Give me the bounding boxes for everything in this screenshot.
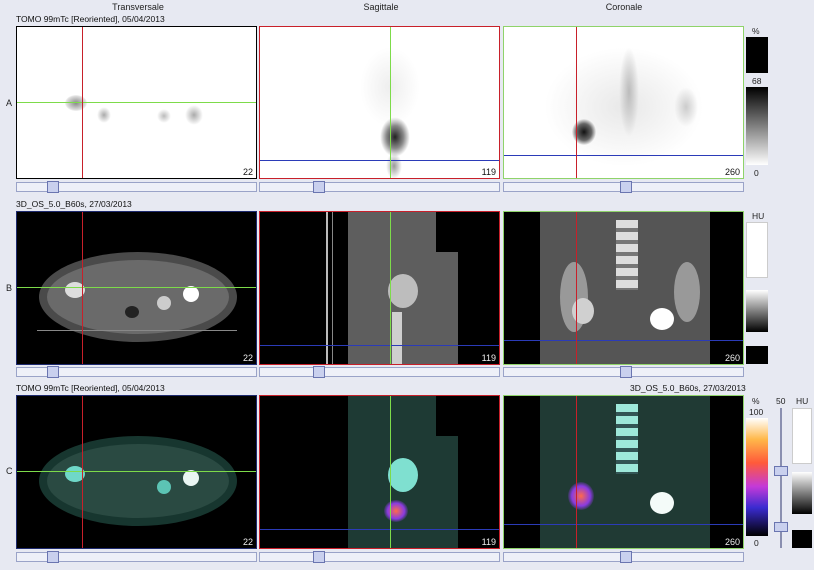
row-b-coronale-slice: 260 bbox=[724, 353, 740, 363]
row-a-sagittale-viewport[interactable]: 119 bbox=[259, 26, 500, 179]
slider-thumb[interactable] bbox=[47, 366, 59, 378]
row-b-label: B bbox=[6, 283, 13, 293]
row-a-series-header: TOMO 99mTc [Reoriented], 05/04/2013 bbox=[16, 14, 165, 24]
row-b-coronale-viewport[interactable]: 260 bbox=[503, 211, 744, 365]
row-b-sagittale-slider[interactable] bbox=[259, 366, 500, 378]
row-c-label: C bbox=[6, 466, 13, 476]
row-c-transversale-viewport[interactable]: 22 bbox=[16, 395, 257, 549]
row-c-coronale-viewport[interactable]: 260 bbox=[503, 395, 744, 549]
fusion-slider-thumb[interactable] bbox=[774, 466, 788, 476]
row-c-coronale-slice: 260 bbox=[724, 537, 740, 547]
row-a-transversale-slice: 22 bbox=[242, 167, 253, 177]
row-b-coronale-slider[interactable] bbox=[503, 366, 744, 378]
row-c-transversale-slider[interactable] bbox=[16, 551, 257, 563]
row-b-transversale-slice: 22 bbox=[242, 353, 253, 363]
row-b-scale-window-top bbox=[746, 222, 768, 278]
slider-thumb[interactable] bbox=[620, 366, 632, 378]
row-c-scale-unit: % bbox=[752, 396, 760, 406]
row-a-label: A bbox=[6, 98, 13, 108]
slider-thumb[interactable] bbox=[313, 366, 325, 378]
column-title-sagittale: Sagittale bbox=[363, 2, 399, 12]
row-a-scale-gradient[interactable] bbox=[746, 87, 768, 165]
row-b-scale-window-bottom bbox=[746, 346, 768, 364]
slider-thumb[interactable] bbox=[47, 181, 59, 193]
row-b-transversale-slider[interactable] bbox=[16, 366, 257, 378]
slider-thumb[interactable] bbox=[313, 181, 325, 193]
row-b-sagittale-slice: 119 bbox=[481, 353, 496, 363]
row-c-hu-unit: HU bbox=[796, 396, 809, 406]
row-c-transversale-slice: 22 bbox=[242, 537, 253, 547]
row-c-color-scale[interactable] bbox=[746, 418, 768, 536]
row-a-transversale-slider[interactable] bbox=[16, 181, 257, 193]
column-title-transversale: Transversale bbox=[112, 2, 164, 12]
row-a-scale-swatch bbox=[746, 37, 768, 73]
row-c-series-header-right: 3D_OS_5.0_B60s, 27/03/2013 bbox=[630, 383, 746, 393]
row-c-series-header-left: TOMO 99mTc [Reoriented], 05/04/2013 bbox=[16, 383, 165, 393]
row-c-hu-window-top bbox=[792, 408, 812, 464]
row-a-sagittale-slice: 119 bbox=[481, 167, 496, 177]
slider-thumb[interactable] bbox=[620, 551, 632, 563]
fusion-slider-thumb-lower[interactable] bbox=[774, 522, 788, 532]
row-a-scale-top: 68 bbox=[752, 76, 762, 86]
row-b-scale-unit: HU bbox=[752, 211, 765, 221]
row-b-transversale-viewport[interactable]: 22 bbox=[16, 211, 257, 365]
row-a-sagittale-slider[interactable] bbox=[259, 181, 500, 193]
row-c-scale-bottom: 0 bbox=[754, 538, 759, 548]
column-title-coronale: Coronale bbox=[605, 2, 643, 12]
row-c-hu-window-bottom bbox=[792, 530, 812, 548]
row-c-hu-gradient[interactable] bbox=[792, 472, 812, 514]
row-a-coronale-viewport[interactable]: 260 bbox=[503, 26, 744, 179]
slider-thumb[interactable] bbox=[47, 551, 59, 563]
row-c-coronale-slider[interactable] bbox=[503, 551, 744, 563]
row-c-sagittale-slice: 119 bbox=[481, 537, 496, 547]
row-a-scale-bottom: 0 bbox=[754, 168, 759, 178]
fusion-ratio-label: 50 bbox=[776, 396, 786, 406]
row-c-sagittale-slider[interactable] bbox=[259, 551, 500, 563]
slider-thumb[interactable] bbox=[313, 551, 325, 563]
row-c-sagittale-viewport[interactable]: 119 bbox=[259, 395, 500, 549]
row-b-series-header: 3D_OS_5.0_B60s, 27/03/2013 bbox=[16, 199, 132, 209]
row-b-scale-gradient[interactable] bbox=[746, 290, 768, 332]
row-a-scale-unit: % bbox=[752, 26, 760, 36]
row-b-sagittale-viewport[interactable]: 119 bbox=[259, 211, 500, 365]
slider-thumb[interactable] bbox=[620, 181, 632, 193]
row-a-transversale-viewport[interactable]: 22 bbox=[16, 26, 257, 179]
row-a-coronale-slider[interactable] bbox=[503, 181, 744, 193]
row-a-coronale-slice: 260 bbox=[724, 167, 740, 177]
row-c-scale-top: 100 bbox=[749, 407, 764, 417]
